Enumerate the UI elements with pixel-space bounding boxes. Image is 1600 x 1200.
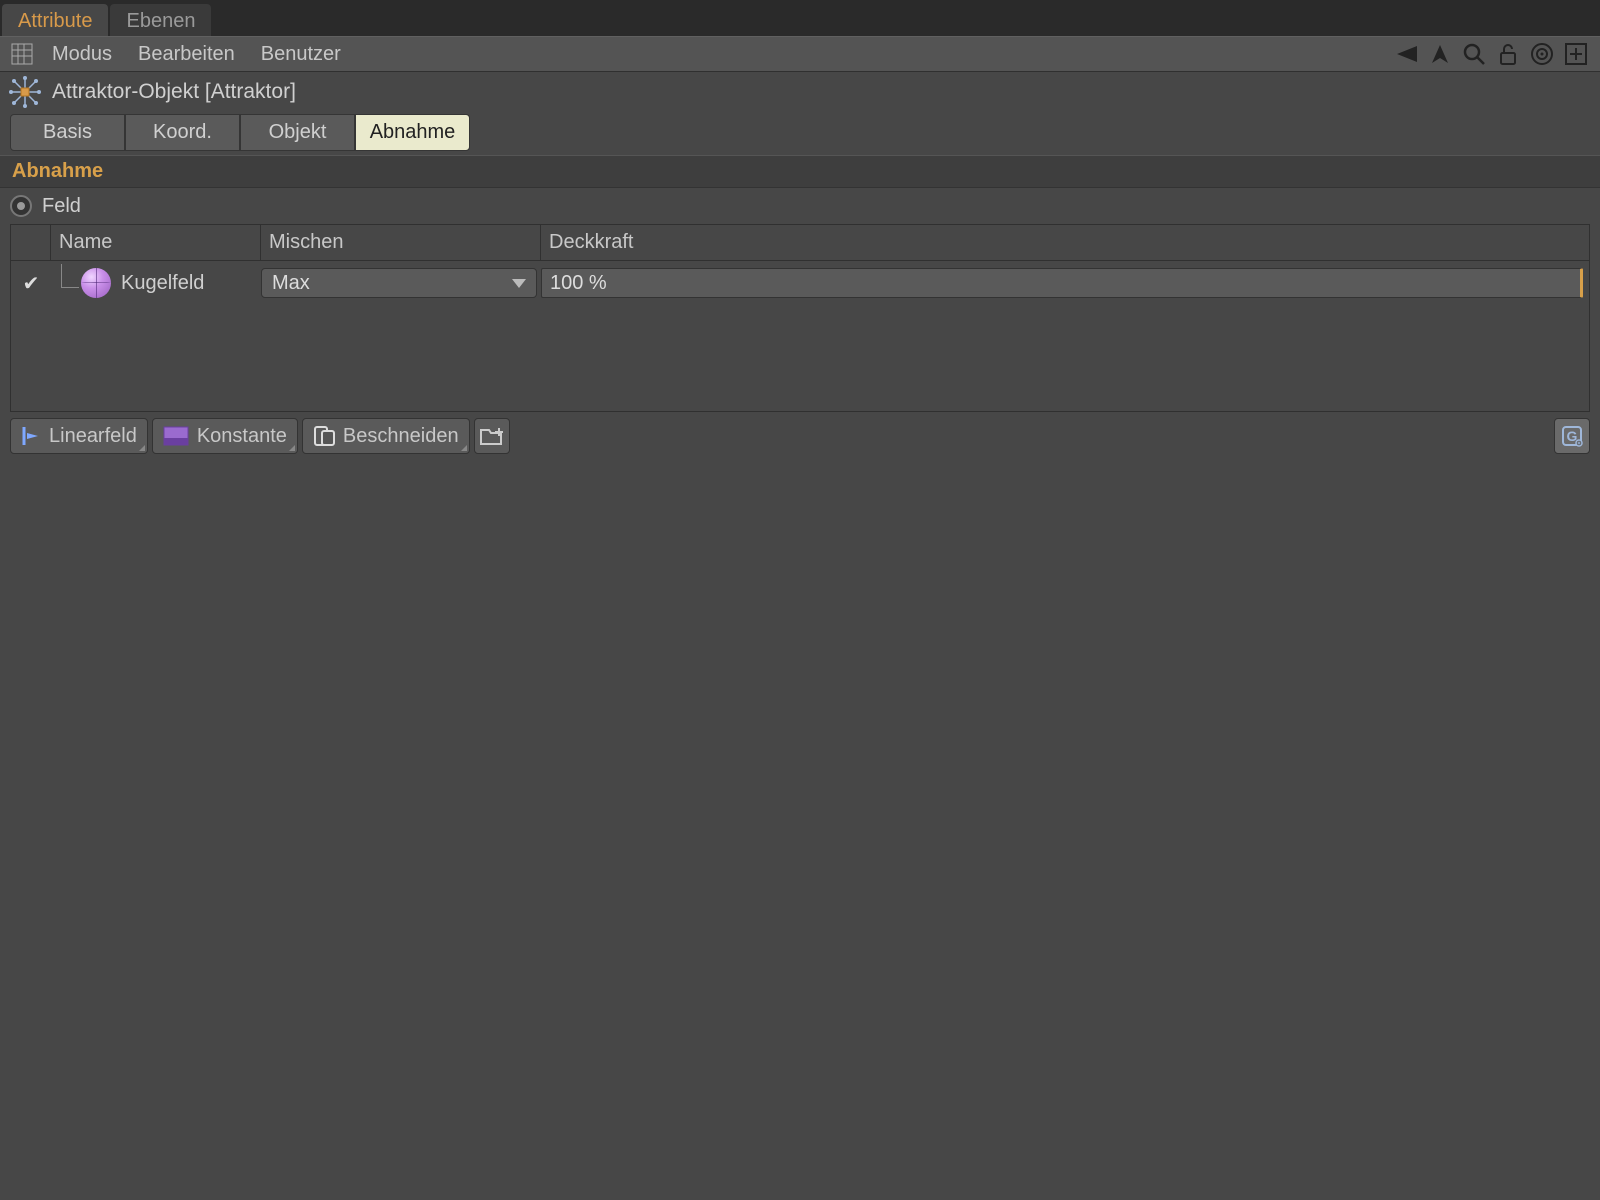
col-deckkraft[interactable]: Deckkraft — [541, 225, 1589, 261]
opacity-input[interactable]: 100 % — [541, 268, 1583, 298]
row-enable-checkbox[interactable]: ✔ — [11, 271, 51, 296]
folder-plus-icon — [479, 425, 505, 447]
col-mischen[interactable]: Mischen — [261, 225, 541, 261]
table-row[interactable]: ✔ Kugelfeld Max 100 % — [11, 261, 1589, 305]
beschneiden-button[interactable]: Beschneiden — [302, 418, 470, 454]
app-mode-icon[interactable] — [10, 42, 34, 66]
nav-back-icon[interactable] — [1392, 40, 1420, 68]
tab-attribute[interactable]: Attribute — [2, 4, 108, 36]
beschneiden-icon — [313, 425, 335, 447]
feld-label: Feld — [42, 195, 81, 218]
linearfeld-button[interactable]: Linearfeld — [10, 418, 148, 454]
col-toggle — [11, 225, 51, 261]
sphere-field-icon — [81, 268, 111, 298]
attractor-icon — [8, 75, 42, 109]
target-icon[interactable] — [1528, 40, 1556, 68]
object-title: Attraktor-Objekt [Attraktor] — [52, 80, 296, 104]
tab-layers[interactable]: Ebenen — [110, 4, 211, 36]
param-feld: Feld — [0, 188, 1600, 224]
menu-modus[interactable]: Modus — [44, 39, 120, 70]
subtab-bar: Basis Koord. Objekt Abnahme — [0, 112, 1600, 155]
search-icon[interactable] — [1460, 40, 1488, 68]
subtab-objekt[interactable]: Objekt — [240, 114, 355, 151]
menu-bearbeiten[interactable]: Bearbeiten — [130, 39, 243, 70]
add-folder-button[interactable] — [474, 418, 510, 454]
object-header: Attraktor-Objekt [Attraktor] — [0, 72, 1600, 112]
tree-branch-icon — [61, 264, 79, 288]
subtab-basis[interactable]: Basis — [10, 114, 125, 151]
menu-bar: Modus Bearbeiten Benutzer — [0, 36, 1600, 72]
nav-up-icon[interactable] — [1426, 40, 1454, 68]
konstante-icon — [163, 426, 189, 446]
section-abnahme: Abnahme — [0, 155, 1600, 188]
opacity-value: 100 % — [550, 272, 607, 295]
row-name-label: Kugelfeld — [121, 272, 204, 295]
subtab-koord[interactable]: Koord. — [125, 114, 240, 151]
table-body: ✔ Kugelfeld Max 100 % — [11, 261, 1589, 411]
feld-radio[interactable] — [10, 195, 32, 217]
unlock-icon[interactable] — [1494, 40, 1522, 68]
new-plus-icon[interactable] — [1562, 40, 1590, 68]
linearfeld-label: Linearfeld — [49, 425, 137, 448]
subtab-abnahme[interactable]: Abnahme — [355, 114, 470, 151]
group-button[interactable]: G — [1554, 418, 1590, 454]
konstante-label: Konstante — [197, 425, 287, 448]
konstante-button[interactable]: Konstante — [152, 418, 298, 454]
panel-tab-bar: Attribute Ebenen — [0, 0, 1600, 36]
group-icon: G — [1560, 424, 1584, 448]
row-name-cell[interactable]: Kugelfeld — [51, 264, 261, 302]
beschneiden-label: Beschneiden — [343, 425, 459, 448]
menu-benutzer[interactable]: Benutzer — [253, 39, 349, 70]
mix-value: Max — [272, 272, 310, 295]
table-header: Name Mischen Deckkraft — [11, 225, 1589, 261]
mix-dropdown[interactable]: Max — [261, 268, 537, 298]
field-table: Name Mischen Deckkraft ✔ Kugelfeld Max 1… — [10, 224, 1590, 412]
col-name[interactable]: Name — [51, 225, 261, 261]
field-toolbar: Linearfeld Konstante Beschneiden G — [0, 412, 1600, 460]
chevron-down-icon — [512, 279, 526, 288]
linearfeld-icon — [21, 425, 41, 447]
